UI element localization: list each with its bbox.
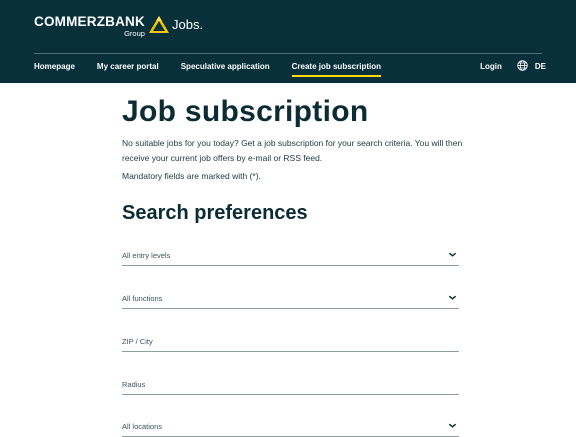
- section-heading: Search preferences: [122, 202, 308, 224]
- globe-icon[interactable]: [517, 60, 528, 71]
- intro-text: No suitable jobs for you today? Get a jo…: [122, 138, 463, 163]
- site-header: COMMERZBANK Group Jobs. Homepage My care…: [0, 0, 576, 83]
- nav-my-career-portal[interactable]: My career portal: [97, 62, 159, 77]
- function-select[interactable]: All functions: [122, 292, 459, 309]
- chevron-down-icon: [448, 295, 457, 300]
- chevron-down-icon: [448, 252, 457, 257]
- brand-text: COMMERZBANK Group: [34, 14, 145, 39]
- language-switch[interactable]: DE: [535, 62, 546, 71]
- chevron-down-icon: [448, 423, 457, 428]
- function-value: All functions: [122, 294, 163, 303]
- commerzbank-ribbon-icon: [148, 16, 169, 33]
- location-select[interactable]: All locations: [122, 420, 459, 437]
- nav-create-job-subscription[interactable]: Create job subscription: [291, 62, 381, 77]
- brand-name: COMMERZBANK: [34, 14, 145, 29]
- brand-sub: Group: [124, 29, 145, 38]
- entry-level-select[interactable]: All entry levels: [122, 249, 459, 266]
- login-link[interactable]: Login: [480, 62, 502, 71]
- page-title: Job subscription: [122, 95, 369, 128]
- main-nav: Homepage My career portal Speculative ap…: [34, 62, 403, 77]
- zip-city-input[interactable]: ZIP / City: [122, 335, 459, 352]
- location-value: All locations: [122, 422, 163, 431]
- radius-input[interactable]: Radius: [122, 378, 459, 395]
- entry-level-value: All entry levels: [122, 251, 171, 260]
- zip-city-placeholder: ZIP / City: [122, 337, 153, 346]
- utility-nav: Login DE: [480, 60, 546, 71]
- nav-speculative-application[interactable]: Speculative application: [181, 62, 270, 77]
- nav-homepage[interactable]: Homepage: [34, 62, 75, 77]
- radius-placeholder: Radius: [122, 380, 146, 389]
- mandatory-note: Mandatory fields are marked with (*).: [122, 171, 261, 181]
- section-title: Jobs.: [172, 17, 204, 32]
- header-divider: [34, 53, 542, 54]
- commerzbank-logo[interactable]: COMMERZBANK Group: [34, 15, 170, 38]
